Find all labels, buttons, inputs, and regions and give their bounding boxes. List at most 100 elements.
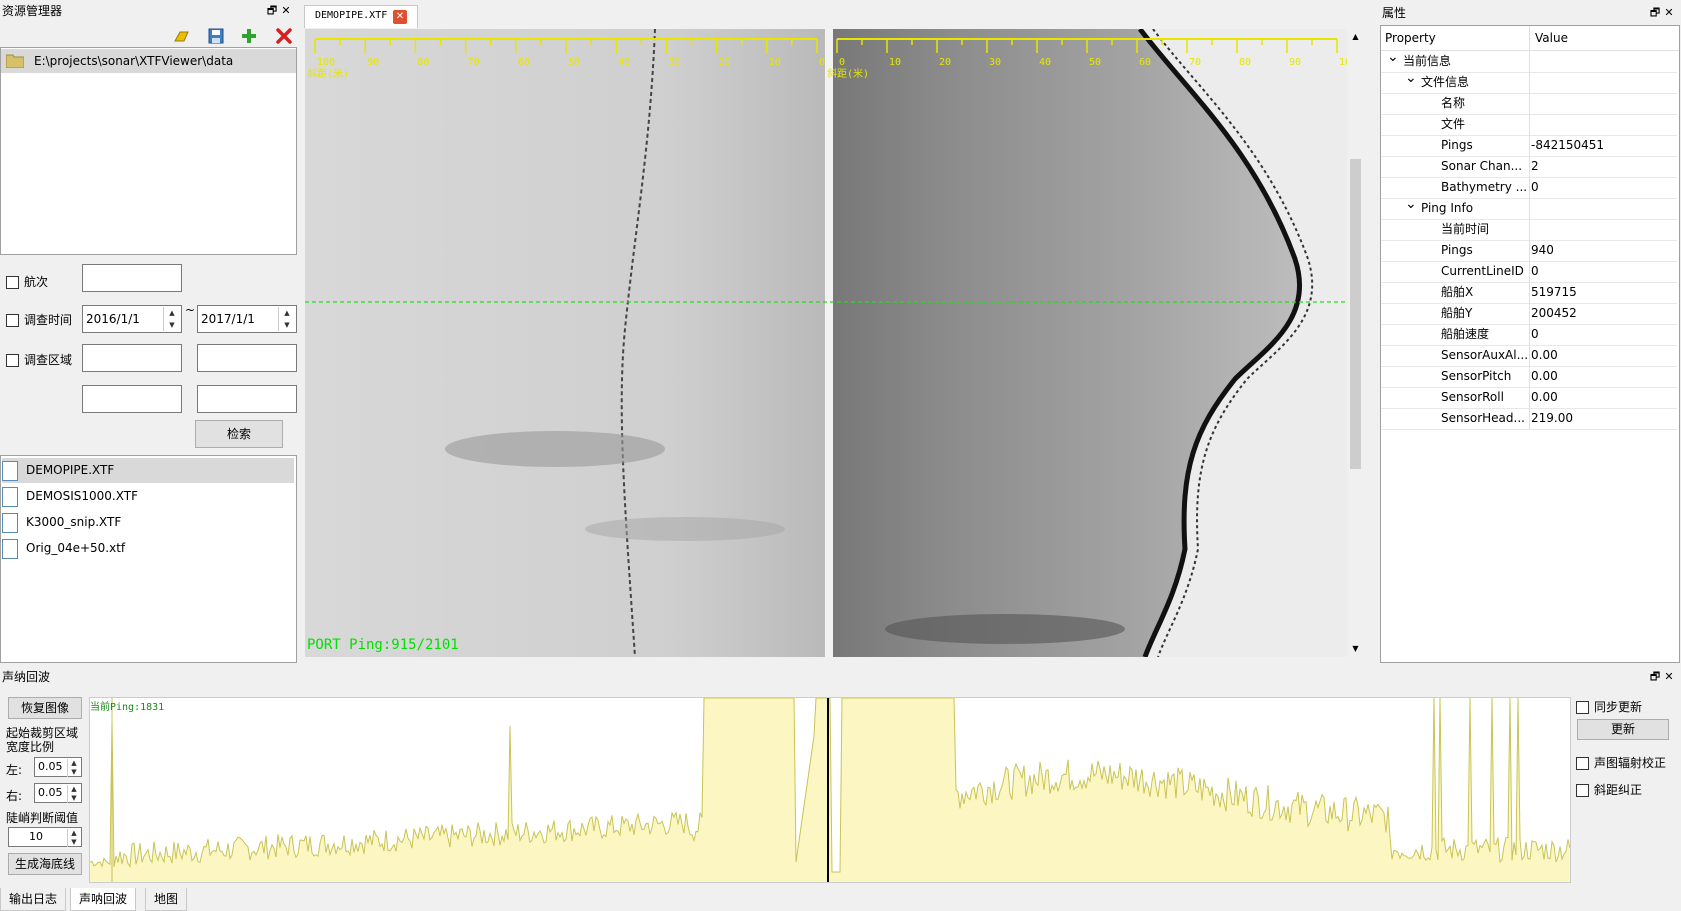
date-from-input[interactable]: 2016/1/1 ▲ ▼ <box>82 305 182 333</box>
restore-image-button[interactable]: 恢复图像 <box>8 697 82 719</box>
slant-correction-label: 斜距纠正 <box>1594 783 1643 797</box>
file-item[interactable]: DEMOPIPE.XTF <box>2 458 294 483</box>
tab-sonar-echo[interactable]: 声呐回波 <box>70 888 137 911</box>
scale-tick-label: 90 <box>1289 57 1301 68</box>
property-row[interactable]: 当前时间 <box>1381 219 1677 241</box>
property-header: Property Value <box>1381 26 1679 51</box>
threshold-arrows[interactable]: ▲ ▼ <box>67 829 80 847</box>
area-input-1[interactable] <box>82 344 182 372</box>
property-row[interactable]: ⌄ 文件信息 <box>1381 72 1677 94</box>
date-to-input[interactable]: 2017/1/1 ▲ ▼ <box>197 305 297 333</box>
area-input-4[interactable] <box>197 385 297 413</box>
slant-correction-option[interactable]: 斜距纠正 <box>1576 781 1642 798</box>
left-ratio-value: 0.05 <box>38 760 63 773</box>
sync-update-checkbox[interactable] <box>1576 701 1589 714</box>
float-icon[interactable]: 🗗 <box>1648 666 1662 688</box>
voyage-input[interactable] <box>82 264 182 292</box>
property-row[interactable]: 名称 <box>1381 93 1677 115</box>
file-icon <box>2 512 18 533</box>
left-ratio-arrows[interactable]: ▲ ▼ <box>67 759 80 777</box>
tab-map[interactable]: 地图 <box>145 888 188 911</box>
radiometric-checkbox[interactable] <box>1576 757 1589 770</box>
left-ratio-spinner[interactable]: 0.05 ▲ ▼ <box>34 757 82 777</box>
generate-seabed-button[interactable]: 生成海底线 <box>8 853 82 875</box>
scroll-down-icon[interactable]: ▼ <box>1347 641 1364 657</box>
right-ratio-arrows[interactable]: ▲ ▼ <box>67 785 80 803</box>
property-row[interactable]: SensorRoll 0.00 <box>1381 387 1677 409</box>
property-key: ⌄ Ping Info <box>1381 198 1529 219</box>
property-row[interactable]: SensorAuxAl... 0.00 <box>1381 345 1677 367</box>
float-icon[interactable]: 🗗 <box>1648 2 1662 24</box>
survey-time-checkbox[interactable] <box>6 314 19 327</box>
tab-output-log[interactable]: 输出日志 <box>0 888 67 911</box>
file-item[interactable]: K3000_snip.XTF <box>2 510 294 535</box>
date-from-spinner[interactable]: ▲ ▼ <box>163 307 180 331</box>
voyage-filter[interactable]: 航次 <box>6 273 48 290</box>
area-input-2[interactable] <box>197 344 297 372</box>
scroll-up-icon[interactable]: ▲ <box>1347 29 1364 45</box>
viewer-scrollbar[interactable]: ▲ ▼ <box>1347 29 1364 657</box>
radiometric-option[interactable]: 声图辐射校正 <box>1576 754 1666 771</box>
open-folder-icon[interactable] <box>174 29 190 43</box>
property-row[interactable]: Pings -842150451 <box>1381 135 1677 157</box>
property-row[interactable]: SensorPitch 0.00 <box>1381 366 1677 388</box>
property-key: Bathymetry ... <box>1441 180 1528 194</box>
tab-close-icon[interactable]: ✕ <box>393 10 407 24</box>
viewer-tab-label: DEMOPIPE.XTF <box>315 10 388 21</box>
resource-manager-title: 资源管理器 <box>0 0 298 22</box>
threshold-value: 10 <box>29 830 43 843</box>
property-row[interactable]: ⌄ Ping Info <box>1381 198 1677 220</box>
property-row[interactable]: Bathymetry ... 0 <box>1381 177 1677 199</box>
sync-update-option[interactable]: 同步更新 <box>1576 698 1642 715</box>
property-key: 当前时间 <box>1441 222 1490 236</box>
add-icon[interactable] <box>241 28 257 44</box>
property-row[interactable]: 船舶Y 200452 <box>1381 303 1677 325</box>
voyage-checkbox[interactable] <box>6 276 19 289</box>
property-row[interactable]: 船舶速度 0 <box>1381 324 1677 346</box>
float-icon[interactable]: 🗗 <box>265 0 279 22</box>
close-icon[interactable]: ✕ <box>1662 666 1676 688</box>
property-row[interactable]: 船舶X 519715 <box>1381 282 1677 304</box>
resource-manager-dock-buttons: 🗗 ✕ <box>265 0 293 22</box>
folder-tree: E:\projects\sonar\XTFViewer\data <box>0 47 297 255</box>
property-row[interactable]: 文件 <box>1381 114 1677 136</box>
chevron-down-icon[interactable]: ⌄ <box>1387 51 1399 68</box>
chevron-down-icon[interactable]: ⌄ <box>1405 198 1417 215</box>
sonar-image-view[interactable]: 100 90 80 70 60 50 40 30 20 10 0 斜距(米) 0 10 20 30 40 50 6… <box>305 29 1347 657</box>
viewer-tab[interactable]: DEMOPIPE.XTF ✕ <box>304 5 418 28</box>
save-icon[interactable] <box>208 28 224 44</box>
delete-icon[interactable] <box>276 28 292 44</box>
folder-item[interactable]: E:\projects\sonar\XTFViewer\data <box>1 49 296 73</box>
right-ratio-spinner[interactable]: 0.05 ▲ ▼ <box>34 783 82 803</box>
property-row[interactable]: ⌄ 当前信息 <box>1381 51 1677 73</box>
scale-tick-label: 50 <box>568 57 580 68</box>
scroll-thumb[interactable] <box>1350 159 1361 469</box>
scale-tick-label: 0 <box>839 57 845 68</box>
close-icon[interactable]: ✕ <box>1662 2 1676 24</box>
property-row[interactable]: CurrentLineID 0 <box>1381 261 1677 283</box>
property-key: 名称 <box>1441 96 1466 110</box>
slant-correction-checkbox[interactable] <box>1576 784 1589 797</box>
property-row[interactable]: Pings 940 <box>1381 240 1677 262</box>
echo-plot[interactable]: 当前Ping:1831 <box>89 697 1571 883</box>
file-item[interactable]: DEMOSIS1000.XTF <box>2 484 294 509</box>
folder-icon <box>5 53 25 69</box>
property-row[interactable]: Sonar Chan... 2 <box>1381 156 1677 178</box>
scale-tick-label: 70 <box>1189 57 1201 68</box>
chevron-down-icon[interactable]: ⌄ <box>1405 72 1417 89</box>
property-key: CurrentLineID <box>1441 264 1524 278</box>
date-to-spinner[interactable]: ▲ ▼ <box>278 307 295 331</box>
survey-time-filter[interactable]: 调查时间 <box>6 311 72 328</box>
area-input-3[interactable] <box>82 385 182 413</box>
search-button[interactable]: 检索 <box>195 420 283 448</box>
scale-tick-label: 100 <box>1339 57 1347 68</box>
property-row[interactable]: SensorHead... 219.00 <box>1381 408 1677 430</box>
threshold-spinner[interactable]: 10 ▲ ▼ <box>8 827 82 847</box>
update-button[interactable]: 更新 <box>1577 719 1669 740</box>
folder-path: E:\projects\sonar\XTFViewer\data <box>34 54 234 68</box>
survey-area-checkbox[interactable] <box>6 354 19 367</box>
survey-area-filter[interactable]: 调查区域 <box>6 351 72 368</box>
file-item[interactable]: Orig_04e+50.xtf <box>2 536 294 561</box>
scale-tick-label: 10 <box>889 57 901 68</box>
close-icon[interactable]: ✕ <box>279 0 293 22</box>
